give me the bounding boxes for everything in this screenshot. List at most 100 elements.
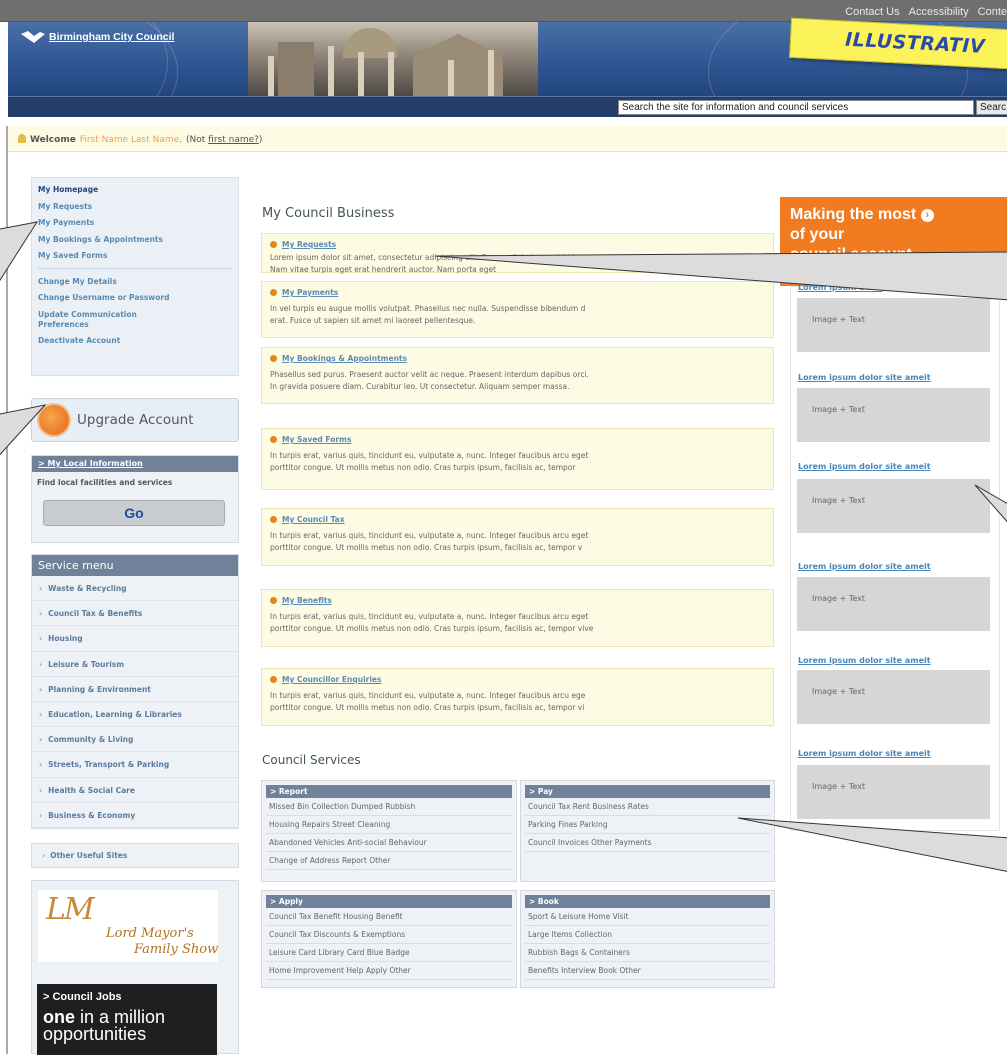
right-item-link[interactable]: Lorem ipsum dolor site ameit bbox=[798, 749, 931, 758]
nav-my-requests[interactable]: My Requests bbox=[38, 199, 232, 216]
book-header[interactable]: > Book bbox=[525, 895, 770, 908]
utility-links: Contact Us Accessibility Conte bbox=[839, 6, 1007, 18]
apply-row[interactable]: Council Tax Benefit Housing Benefit bbox=[266, 908, 512, 926]
box-title[interactable]: My Council Tax bbox=[270, 515, 765, 524]
right-item-link[interactable]: Lorem ipsum dolor site ameit bbox=[798, 562, 931, 571]
service-item[interactable]: Leisure & Tourism bbox=[32, 652, 238, 677]
nav-my-saved-forms[interactable]: My Saved Forms bbox=[38, 248, 232, 265]
report-row[interactable]: Missed Bin Collection Dumped Rubbish bbox=[266, 798, 512, 816]
nav-my-payments[interactable]: My Payments bbox=[38, 215, 232, 232]
box-title[interactable]: My Payments bbox=[270, 288, 765, 297]
apply-row[interactable]: Council Tax Discounts & Exemptions bbox=[266, 926, 512, 944]
box-title[interactable]: My Bookings & Appointments bbox=[270, 354, 765, 363]
book-row[interactable]: Large Items Collection bbox=[525, 926, 770, 944]
accessibility-link[interactable]: Accessibility bbox=[909, 6, 969, 18]
not-suffix: ) bbox=[258, 135, 263, 145]
box-text: porttitor congue. Ut mollis metus non od… bbox=[270, 623, 594, 633]
contact-us-link[interactable]: Contact Us bbox=[845, 6, 899, 18]
box-text: In turpis erat, varius quis, tincidunt e… bbox=[270, 691, 586, 700]
service-item[interactable]: Planning & Environment bbox=[32, 677, 238, 702]
service-item[interactable]: Education, Learning & Libraries bbox=[32, 702, 238, 728]
search-button[interactable]: Searc bbox=[976, 100, 1007, 115]
apply-panel: > Apply Council Tax Benefit Housing Bene… bbox=[261, 890, 517, 988]
lm-line2: Family Show bbox=[134, 942, 219, 957]
box-text: In turpis erat, varius quis, tincidunt e… bbox=[270, 451, 589, 460]
right-item-image: Image + Text bbox=[797, 479, 990, 533]
my-benefits-box: My Benefits In turpis erat, varius quis,… bbox=[261, 589, 774, 647]
service-item[interactable]: Streets, Transport & Parking bbox=[32, 752, 238, 778]
apply-row[interactable]: Home Improvement Help Apply Other bbox=[266, 962, 512, 980]
service-menu: Service menu Waste & Recycling Council T… bbox=[31, 554, 239, 829]
my-council-business-title: My Council Business bbox=[262, 206, 395, 221]
book-panel: > Book Sport & Leisure Home Visit Large … bbox=[520, 890, 775, 988]
nav-update-preferences[interactable]: Update Communication Preferences bbox=[38, 307, 178, 333]
box-text: Lorem ipsum dolor sit amet, consectetur … bbox=[270, 253, 592, 262]
my-requests-box: My Requests Lorem ipsum dolor sit amet, … bbox=[261, 233, 774, 274]
pay-row[interactable]: Council Invoices Other Payments bbox=[525, 834, 770, 852]
box-title[interactable]: My Requests bbox=[270, 240, 765, 249]
right-item-link[interactable]: Lorem ipsum dolor site ameit bbox=[798, 656, 931, 665]
arrow-right-icon: › bbox=[920, 209, 934, 222]
search-input[interactable]: Search the site for information and coun… bbox=[618, 100, 974, 115]
service-item[interactable]: Business & Economy bbox=[32, 803, 238, 828]
contact-link[interactable]: Conte bbox=[978, 6, 1007, 18]
nav-change-username[interactable]: Change Username or Password bbox=[38, 290, 232, 307]
report-row[interactable]: Housing Repairs Street Cleaning bbox=[266, 816, 512, 834]
box-title[interactable]: My Councillor Enquiries bbox=[270, 675, 765, 684]
service-item[interactable]: Housing bbox=[32, 626, 238, 652]
box-text: In vel turpis eu augue mollis volutpat. … bbox=[270, 304, 586, 313]
my-saved-forms-box: My Saved Forms In turpis erat, varius qu… bbox=[261, 428, 774, 490]
user-icon bbox=[18, 134, 26, 143]
other-useful-sites[interactable]: Other Useful Sites bbox=[31, 843, 239, 868]
council-jobs-banner[interactable]: > Council Jobs one in a million opportun… bbox=[37, 984, 217, 1055]
page-edge bbox=[6, 126, 8, 1054]
nav-deactivate[interactable]: Deactivate Account bbox=[38, 333, 232, 350]
my-councillor-enquiries-box: My Councillor Enquiries In turpis erat, … bbox=[261, 668, 774, 726]
making-the-most-banner[interactable]: Making the most › of your council accoun… bbox=[780, 197, 1007, 286]
local-info-header[interactable]: > My Local Information bbox=[32, 456, 238, 472]
book-row[interactable]: Sport & Leisure Home Visit bbox=[525, 908, 770, 926]
local-info-text: Find local facilities and services bbox=[37, 478, 173, 487]
welcome-bar: Welcome First Name Last Name, (Not first n… bbox=[8, 126, 1007, 152]
my-bookings-box: My Bookings & Appointments Phasellus sed… bbox=[261, 347, 774, 404]
making-line2: of your bbox=[790, 226, 845, 243]
report-row[interactable]: Abandoned Vehicles Anti-social Behaviour bbox=[266, 834, 512, 852]
go-button[interactable]: Go bbox=[43, 500, 225, 526]
nav-my-homepage[interactable]: My Homepage bbox=[38, 182, 232, 199]
lord-mayor-family-show-banner[interactable]: LM Lord Mayor's Family Show bbox=[37, 889, 219, 963]
council-logo[interactable]: Birmingham City Council bbox=[20, 30, 174, 44]
report-header[interactable]: > Report bbox=[266, 785, 512, 798]
not-prefix: (Not bbox=[186, 135, 209, 145]
pay-row[interactable]: Parking Fines Parking bbox=[525, 816, 770, 834]
book-row[interactable]: Rubbish Bags & Containers bbox=[525, 944, 770, 962]
not-user-link[interactable]: first name? bbox=[208, 135, 259, 145]
upgrade-orb-icon bbox=[39, 405, 69, 435]
right-item-link[interactable]: Lorem ipsum dolor bbox=[798, 283, 883, 292]
service-item[interactable]: Waste & Recycling bbox=[32, 576, 238, 602]
upgrade-label: Upgrade Account bbox=[77, 412, 194, 428]
box-text: porttitor congue. Ut mollis metus non od… bbox=[270, 542, 583, 552]
report-row[interactable]: Change of Address Report Other bbox=[266, 852, 512, 870]
my-council-tax-box: My Council Tax In turpis erat, varius qu… bbox=[261, 508, 774, 566]
pay-row[interactable]: Council Tax Rent Business Rates bbox=[525, 798, 770, 816]
report-panel: > Report Missed Bin Collection Dumped Ru… bbox=[261, 780, 517, 882]
upgrade-account-button[interactable]: Upgrade Account bbox=[31, 398, 239, 442]
right-item-link[interactable]: Lorem ipsum dolor site ameit bbox=[798, 373, 931, 382]
service-item[interactable]: Health & Social Care bbox=[32, 778, 238, 803]
apply-header[interactable]: > Apply bbox=[266, 895, 512, 908]
service-item[interactable]: Community & Living bbox=[32, 727, 238, 753]
pay-header[interactable]: > Pay bbox=[525, 785, 770, 798]
right-item-link[interactable]: Lorem ipsum dolor site ameit bbox=[798, 462, 931, 471]
box-title[interactable]: My Saved Forms bbox=[270, 435, 765, 444]
apply-row[interactable]: Leisure Card Library Card Blue Badge bbox=[266, 944, 512, 962]
making-line3: council account bbox=[790, 246, 912, 263]
utility-bar: Contact Us Accessibility Conte bbox=[0, 0, 1007, 22]
box-text: Phasellus sed purus. Praesent auctor vel… bbox=[270, 370, 589, 379]
service-item[interactable]: Council Tax & Benefits bbox=[32, 601, 238, 627]
nav-change-details[interactable]: Change My Details bbox=[38, 274, 232, 291]
right-item-image: Image + Text bbox=[797, 577, 990, 631]
box-title[interactable]: My Benefits bbox=[270, 596, 765, 605]
right-item-image: Image + Text bbox=[797, 670, 990, 724]
book-row[interactable]: Benefits Interview Book Other bbox=[525, 962, 770, 980]
nav-my-bookings[interactable]: My Bookings & Appointments bbox=[38, 232, 232, 249]
